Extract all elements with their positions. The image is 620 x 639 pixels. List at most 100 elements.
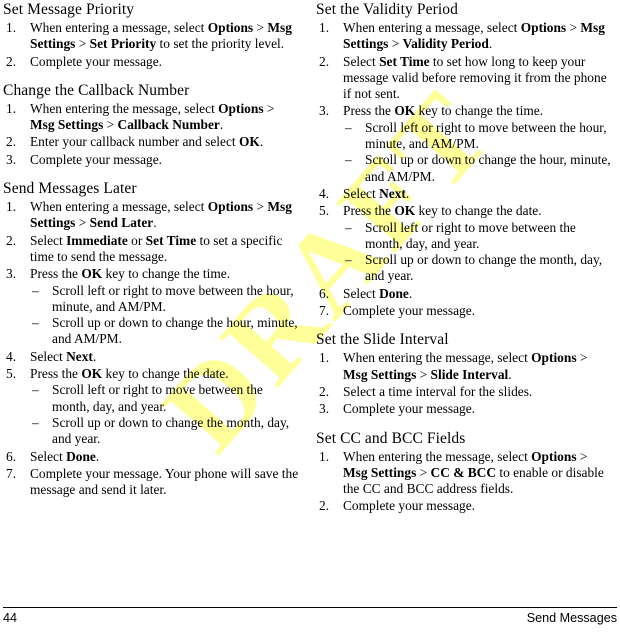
step-text-run: Select [30, 232, 67, 248]
step-list: When entering a message, select Options … [316, 20, 612, 320]
sub-step-item: Scroll up or down to change the month, d… [30, 415, 300, 448]
step-text-run: Enter your callback number and select [30, 134, 239, 150]
page-footer: 44 Send Messages [0, 607, 620, 639]
sub-step-list: Scroll left or right to move between the… [343, 220, 612, 285]
step-list: When entering the message, select Option… [316, 449, 612, 515]
step-text-run: . [508, 366, 512, 382]
step-text: Enter your callback number and select OK… [30, 134, 263, 149]
section-heading-change-the-callback-number: Change the Callback Number [3, 81, 190, 99]
step-text: Select Done. [343, 286, 412, 301]
step-text-run: > [388, 36, 403, 52]
step-text-run: . [259, 134, 264, 150]
ui-term: OK [81, 366, 103, 382]
step-text-run: > [416, 464, 431, 480]
step-text: When entering the message, select Option… [30, 101, 274, 132]
document-page: DRAFT Set Message Priority When entering … [0, 0, 620, 639]
step-text-run: key to change the time. [415, 103, 544, 119]
step-text-run: > [75, 215, 90, 231]
ui-term: Msg Settings [30, 117, 104, 133]
step-text-run: . [488, 36, 493, 52]
step-item: Press the OK key to change the time. Scro… [316, 103, 612, 184]
step-item: When entering the message, select Option… [316, 350, 612, 383]
step-item: When entering the message, select Option… [3, 101, 300, 134]
footer-content: 44 Send Messages [3, 610, 617, 626]
ui-term: Options [531, 350, 577, 366]
sub-step-item: Scroll up or down to change the month, d… [343, 252, 612, 285]
step-text: Select Next. [30, 349, 96, 364]
step-item: When entering a message, select Options … [316, 20, 612, 53]
step-text-run: > [253, 199, 268, 215]
step-text: Press the OK key to change the time. [343, 103, 543, 118]
step-item: Press the OK key to change the date.Scro… [3, 366, 300, 447]
step-list: When entering a message, select Options … [3, 20, 300, 70]
step-text: When entering a message, select Options … [30, 20, 292, 51]
sub-step-item: Scroll left or right to move between the… [30, 283, 300, 316]
ui-term: Set Time [145, 232, 197, 248]
ui-term: Next [379, 185, 406, 201]
step-item: Complete your message. [316, 401, 612, 418]
step-text: When entering a message, select Options … [343, 20, 605, 51]
running-head: Send Messages [526, 611, 617, 625]
step-text-run: Select [343, 53, 380, 69]
step-text-run: > [75, 36, 90, 52]
step-item: Select a time interval for the slides. [316, 384, 612, 401]
step-text: Select Done. [30, 449, 99, 464]
ui-term: Msg Settings [343, 366, 417, 382]
step-text-run: . [95, 448, 100, 464]
step-text-run: When entering a message, select [30, 20, 208, 35]
step-text-run: Select a time interval for the slides. [343, 383, 533, 399]
ui-term: OK [394, 103, 416, 119]
ui-term: Immediate [66, 232, 128, 248]
step-list: When entering the message, select Option… [3, 101, 300, 168]
step-text: Select Next. [343, 186, 409, 201]
step-text-run: Select [343, 185, 380, 201]
step-text-run: > [253, 20, 268, 35]
ui-term: Done [66, 448, 96, 464]
step-text: Select Immediate or Set Time to set a sp… [30, 233, 282, 264]
step-text: Complete your message. Your phone will s… [30, 466, 298, 497]
step-item: Complete your message. [316, 498, 612, 515]
step-text-run: > [263, 100, 275, 116]
step-text-run: > [103, 117, 118, 133]
step-text-run: Complete your message. [30, 53, 163, 69]
step-text-run: key to change the date. [415, 203, 542, 219]
step-item: Select Immediate or Set Time to set a sp… [3, 233, 300, 266]
step-text-run: > [576, 448, 588, 464]
step-item: Select Next. [316, 186, 612, 203]
ui-term: Set Priority [89, 36, 157, 52]
step-item: When entering a message, select Options … [3, 20, 300, 53]
step-text-run: Complete your message. [343, 498, 476, 514]
ui-term: OK [394, 203, 416, 219]
sub-step-item: Scroll left or right to move between the… [343, 220, 612, 253]
sub-step-item: Scroll up or down to change the hour, mi… [30, 315, 300, 348]
step-item: Press the OK key to change the time. Scro… [3, 266, 300, 347]
step-item: Complete your message. Your phone will s… [3, 466, 300, 499]
step-text: When entering a message, select Options … [30, 199, 292, 230]
sub-step-item: Scroll left or right to move between the… [343, 120, 612, 153]
sub-step-list: Scroll left or right to move between the… [30, 283, 300, 348]
section-heading-set-the-slide-interval: Set the Slide Interval [316, 331, 449, 349]
step-text-run: Complete your message. Your phone will s… [30, 465, 299, 498]
step-text-run: to set the priority level. [156, 36, 285, 52]
ui-term: Options [218, 100, 264, 116]
step-text: Press the OK key to change the date. [343, 203, 542, 218]
step-item: Select Set Time to set how long to keep … [316, 54, 612, 103]
step-text: Select Set Time to set how long to keep … [343, 54, 607, 102]
sub-step-item: Scroll left or right to move between the… [30, 382, 300, 415]
step-item: When entering the message, select Option… [316, 449, 612, 498]
two-column-body: Set Message Priority When entering a mess… [0, 0, 620, 600]
ui-term: Next [66, 348, 93, 364]
step-item: Select Done. [3, 449, 300, 466]
step-text-run: When entering a message, select [343, 20, 521, 35]
step-text: When entering the message, select Option… [343, 350, 587, 381]
ui-term: OK [81, 266, 103, 282]
step-text-run: Select [30, 348, 67, 364]
step-text: Select a time interval for the slides. [343, 384, 532, 399]
ui-term: Options [531, 448, 577, 464]
sub-step-list: Scroll left or right to move between the… [30, 382, 300, 447]
step-text: Complete your message. [30, 152, 162, 167]
ui-term: Options [207, 199, 254, 215]
step-text: Press the OK key to change the time. [30, 266, 230, 281]
step-item: Complete your message. [3, 53, 300, 71]
step-text-run: > [566, 20, 581, 35]
